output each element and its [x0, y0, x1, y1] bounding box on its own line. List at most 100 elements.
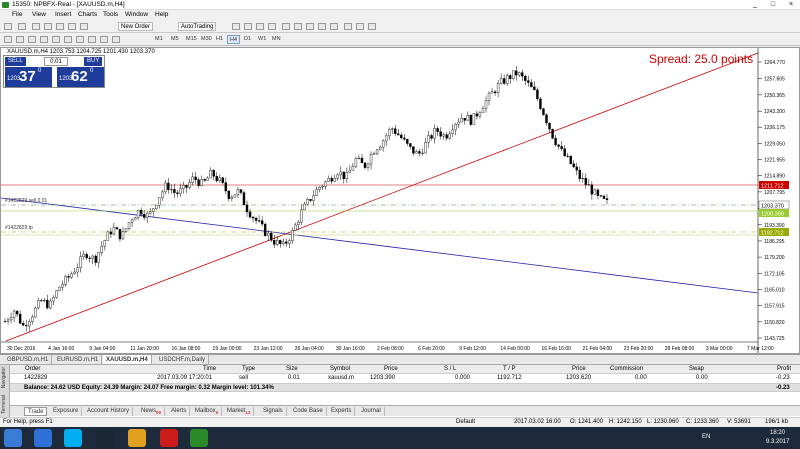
periods-icon[interactable] — [356, 23, 364, 30]
tab-exposure[interactable]: Exposure — [50, 407, 83, 416]
text-tool-icon[interactable] — [88, 36, 96, 43]
tab-mailbox[interactable]: Mailbox6 — [192, 407, 223, 416]
tab-trade[interactable]: Trade — [24, 407, 48, 416]
zoom-out-icon[interactable] — [294, 23, 302, 30]
tab-market[interactable]: Market13 — [224, 407, 255, 416]
col-order[interactable]: Order — [25, 366, 40, 372]
taskbar-clock[interactable]: 18:20 — [770, 430, 785, 436]
taskbar-date[interactable]: 9.3.2017 — [766, 439, 789, 445]
menu-window[interactable]: Window — [125, 11, 148, 18]
sell-price-box[interactable]: 1203 37 0 — [5, 67, 52, 87]
sell-button[interactable]: SELL — [5, 57, 26, 66]
candle-body — [557, 144, 560, 147]
col-tp[interactable]: T / P — [503, 366, 516, 372]
templates-icon[interactable] — [368, 23, 376, 30]
autotrading-button[interactable]: AutoTrading — [178, 22, 217, 31]
menu-file[interactable]: File — [12, 11, 22, 18]
new-order-button[interactable]: New Order — [118, 22, 154, 31]
col-price[interactable]: Price — [384, 366, 398, 372]
tab-alerts[interactable]: Alerts — [168, 407, 191, 416]
data-window-icon[interactable] — [44, 23, 52, 30]
col-sl[interactable]: S / L — [444, 366, 456, 372]
status-time: 2017.03.02 16:00 — [514, 419, 561, 425]
terminal-side-label[interactable]: Terminal — [1, 395, 7, 414]
menu-tools[interactable]: Tools — [103, 11, 118, 18]
vertical-line-icon[interactable] — [28, 36, 36, 43]
buy-button[interactable]: BUY — [84, 57, 103, 66]
menu-view[interactable]: View — [32, 11, 46, 18]
candle-body — [345, 172, 349, 180]
tf-m5[interactable]: M5 — [169, 35, 181, 44]
tab-signals[interactable]: Signals — [260, 407, 287, 416]
steam-icon[interactable] — [96, 429, 114, 447]
tf-h4[interactable]: H4 — [227, 35, 241, 44]
col-symbol[interactable]: Symbol — [330, 366, 350, 372]
col-size[interactable]: Size — [286, 366, 298, 372]
cell-price-current: 1203.620 — [566, 375, 592, 381]
table-row[interactable]: 1422829 2017.03.09 17:20:01 sell 0.01 xa… — [10, 374, 800, 383]
lot-size-input[interactable]: 0.01 — [44, 57, 68, 66]
col-swap[interactable]: Swap — [689, 366, 704, 372]
channel-icon[interactable] — [64, 36, 72, 43]
tab-code-base[interactable]: Code Base — [290, 407, 327, 416]
skype-icon[interactable] — [64, 429, 82, 447]
tf-mn[interactable]: MN — [270, 35, 283, 44]
plot-area — [1, 48, 758, 353]
tab-account-history[interactable]: Account History — [84, 407, 134, 416]
menu-help[interactable]: Help — [155, 11, 168, 18]
tab-experts[interactable]: Experts — [328, 407, 356, 416]
chart-shift-icon[interactable] — [330, 23, 338, 30]
tf-d1[interactable]: D1 — [242, 35, 253, 44]
line-chart-icon[interactable] — [268, 23, 276, 30]
col-time[interactable]: Time — [203, 366, 216, 372]
tf-h1[interactable]: H1 — [214, 35, 225, 44]
menu-insert[interactable]: Insert — [55, 11, 71, 18]
col-price-current[interactable]: Price — [572, 366, 586, 372]
tab-news[interactable]: News99 — [138, 407, 166, 416]
buy-price-box[interactable]: 1203 62 0 — [57, 67, 104, 87]
col-commission[interactable]: Commission — [610, 366, 643, 372]
market-watch-icon[interactable] — [32, 23, 40, 30]
buy-arrow-icon[interactable] — [232, 23, 240, 30]
trendline-icon[interactable] — [52, 36, 60, 43]
crosshair-icon[interactable] — [16, 36, 24, 43]
tf-m30[interactable]: M30 — [199, 35, 214, 44]
autoscroll-icon[interactable] — [318, 23, 326, 30]
minimize-button[interactable]: _ — [746, 0, 764, 10]
close-button[interactable]: × — [782, 0, 800, 10]
cursor-icon[interactable] — [4, 36, 12, 43]
tf-m1[interactable]: M1 — [153, 35, 165, 44]
indicators-icon[interactable] — [344, 23, 352, 30]
price-chart[interactable]: 1264.770 1257.605 1250.365 1243.200 1236.175… — [0, 47, 800, 354]
opera-icon[interactable] — [160, 429, 178, 447]
terminal-icon[interactable] — [68, 23, 76, 30]
tf-m15[interactable]: M15 — [184, 35, 199, 44]
start-icon[interactable] — [4, 429, 22, 447]
navigator-icon[interactable] — [56, 23, 64, 30]
tile-windows-icon[interactable] — [306, 23, 314, 30]
new-chart-icon[interactable] — [4, 23, 12, 30]
tf-w1[interactable]: W1 — [256, 35, 268, 44]
maximize-button[interactable]: □ — [764, 0, 782, 10]
label-tool-icon[interactable] — [100, 36, 108, 43]
tester-icon[interactable] — [80, 23, 88, 30]
chrome-icon[interactable] — [128, 429, 146, 447]
bar-chart-icon[interactable] — [244, 23, 252, 30]
horizontal-line-icon[interactable] — [40, 36, 48, 43]
candle-body — [200, 179, 203, 186]
navigator-side-label[interactable]: Navigator — [1, 367, 7, 388]
col-type[interactable]: Type — [242, 366, 255, 372]
chart-canvas[interactable]: 1264.770 1257.605 1250.365 1243.200 1236.175… — [1, 48, 800, 354]
col-profit[interactable]: Profit — [777, 366, 791, 372]
metatrader-icon[interactable] — [190, 429, 208, 447]
tp-label: #1422829 tp — [5, 225, 33, 231]
menu-charts[interactable]: Charts — [78, 11, 97, 18]
ie-icon[interactable] — [34, 429, 52, 447]
tab-journal[interactable]: Journal — [358, 407, 385, 416]
candle-chart-icon[interactable] — [256, 23, 264, 30]
profiles-icon[interactable] — [18, 23, 26, 30]
taskbar-language[interactable]: EN — [702, 434, 710, 440]
zoom-in-icon[interactable] — [282, 23, 290, 30]
arrows-tool-icon[interactable] — [112, 36, 120, 43]
fibonacci-icon[interactable] — [76, 36, 84, 43]
